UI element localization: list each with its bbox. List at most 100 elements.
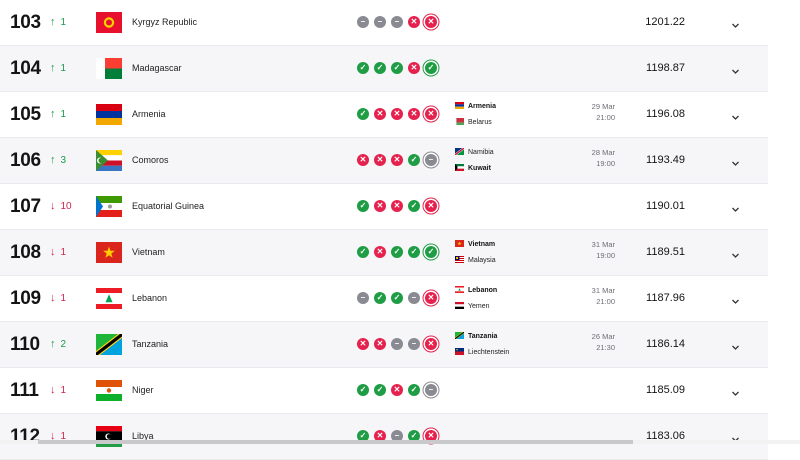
country-flag-icon — [96, 196, 122, 217]
rank-change: ↓ 1 — [50, 230, 66, 275]
rank-change-value: 1 — [60, 17, 67, 28]
table-row[interactable]: 103 ↑ 1 Kyrgyz Republic – – – ✕ ✕ 1201.22 — [0, 0, 768, 46]
match-team: Liechtenstein — [455, 346, 509, 360]
recent-form: – ✓ ✓ – ✕ — [357, 292, 442, 305]
country-flag-icon — [96, 334, 122, 355]
chevron-down-icon[interactable] — [731, 17, 740, 28]
team-flag-icon — [455, 301, 464, 309]
match-team: Malaysia — [455, 254, 496, 268]
country-name[interactable]: Madagascar — [132, 46, 182, 91]
loss-icon: ✕ — [357, 338, 369, 350]
chevron-down-icon[interactable] — [731, 155, 740, 166]
chevron-down-icon[interactable] — [731, 385, 740, 396]
team-flag-icon — [455, 147, 464, 155]
table-row[interactable]: 108 ↓ 1 Vietnam ✓ ✕ ✓ ✓ ✓ Vietnam Malaysia 31 Mar 19… — [0, 230, 768, 276]
upcoming-match[interactable]: Lebanon Yemen 31 Mar 21:00 — [455, 283, 615, 315]
draw-icon: – — [391, 338, 403, 350]
match-team-name: Vietnam — [468, 241, 496, 248]
arrow-down-icon: ↓ — [50, 200, 56, 212]
win-icon: ✓ — [391, 62, 403, 74]
rank-change: ↑ 1 — [50, 0, 66, 45]
rank-change-value: 10 — [60, 201, 72, 212]
recent-form: ✓ ✕ ✓ ✓ ✓ — [357, 246, 442, 259]
loss-icon: ✕ — [391, 154, 403, 166]
upcoming-match[interactable]: Namibia Kuwait 28 Mar 19:00 — [455, 145, 615, 177]
chevron-down-icon[interactable] — [731, 293, 740, 304]
scrollbar-thumb[interactable] — [38, 440, 633, 444]
country-name[interactable]: Kyrgyz Republic — [132, 0, 197, 45]
table-row[interactable]: 112 ↓ 1 Libya ✓ ✕ – ✓ ✕ 1183.06 — [0, 414, 768, 460]
ranking-points: 1187.96 — [646, 292, 685, 304]
chevron-down-icon[interactable] — [731, 247, 740, 258]
table-row[interactable]: 105 ↑ 1 Armenia ✓ ✕ ✕ ✕ ✕ Armenia Belarus 29 Mar 21:… — [0, 92, 768, 138]
match-team-name: Armenia — [468, 103, 497, 110]
loss-icon: ✕ — [391, 108, 403, 120]
match-team-name: Yemen — [468, 303, 490, 310]
upcoming-match[interactable]: Vietnam Malaysia 31 Mar 19:00 — [455, 237, 615, 269]
table-row[interactable]: 110 ↑ 2 Tanzania ✕ ✕ – – ✕ Tanzania Liechtenstein 2… — [0, 322, 768, 368]
draw-icon: – — [425, 154, 437, 166]
country-name[interactable]: Libya — [132, 414, 154, 459]
loss-icon: ✕ — [391, 200, 403, 212]
country-flag-icon — [96, 58, 122, 79]
chevron-down-icon[interactable] — [731, 339, 740, 350]
recent-form: ✓ ✓ ✓ ✕ ✓ — [357, 62, 442, 75]
rank-change: ↑ 2 — [50, 322, 66, 367]
country-flag-icon — [96, 380, 122, 401]
ranking-points: 1196.08 — [646, 108, 685, 120]
team-flag-icon — [455, 163, 464, 171]
arrow-up-icon: ↑ — [50, 16, 56, 28]
chevron-down-icon[interactable] — [731, 109, 740, 120]
rank-change: ↑ 3 — [50, 138, 66, 183]
chevron-down-icon[interactable] — [731, 63, 740, 74]
table-row[interactable]: 107 ↓ 10 Equatorial Guinea ✓ ✕ ✕ ✓ ✕ 1190.01 — [0, 184, 768, 230]
loss-icon: ✕ — [425, 338, 437, 350]
chevron-down-icon[interactable] — [731, 201, 740, 212]
win-icon: ✓ — [357, 62, 369, 74]
loss-icon: ✕ — [374, 154, 386, 166]
table-row[interactable]: 111 ↓ 1 Niger ✓ ✓ ✕ ✓ –1185.09 — [0, 368, 768, 414]
rank-change: ↓ 1 — [50, 368, 66, 413]
match-team: Vietnam — [455, 238, 495, 252]
win-icon: ✓ — [357, 384, 369, 396]
horizontal-scrollbar[interactable] — [0, 440, 800, 444]
win-icon: ✓ — [357, 108, 369, 120]
country-flag-icon — [96, 150, 122, 171]
loss-icon: ✕ — [408, 16, 420, 28]
rank-number: 106 — [10, 150, 41, 171]
table-row[interactable]: 106 ↑ 3 Comoros ✕ ✕ ✕ ✓ – Namibia Kuwait 28 Mar 19:0… — [0, 138, 768, 184]
win-icon: ✓ — [374, 384, 386, 396]
ranking-points: 1186.14 — [646, 338, 685, 350]
ranking-points: 1193.49 — [646, 154, 685, 166]
country-name[interactable]: Armenia — [132, 92, 166, 137]
table-row[interactable]: 104 ↑ 1 Madagascar ✓ ✓ ✓ ✕ ✓ 1198.87 — [0, 46, 768, 92]
country-flag-icon — [96, 12, 122, 33]
win-icon: ✓ — [374, 62, 386, 74]
win-icon: ✓ — [408, 200, 420, 212]
recent-form: ✕ ✕ ✕ ✓ – — [357, 154, 442, 167]
country-name[interactable]: Vietnam — [132, 230, 165, 275]
country-name[interactable]: Tanzania — [132, 322, 168, 367]
match-team-name: Belarus — [468, 119, 492, 126]
rank-change-value: 1 — [60, 63, 67, 74]
country-name[interactable]: Niger — [132, 368, 154, 413]
match-datetime: 31 Mar 19:00 — [592, 239, 615, 261]
win-icon: ✓ — [425, 62, 437, 74]
rank-number: 103 — [10, 12, 41, 33]
arrow-down-icon: ↓ — [50, 384, 56, 396]
win-icon: ✓ — [374, 292, 386, 304]
upcoming-match[interactable]: Tanzania Liechtenstein 26 Mar 21:30 — [455, 329, 615, 361]
draw-icon: – — [374, 16, 386, 28]
match-team-name: Kuwait — [468, 165, 491, 172]
arrow-down-icon: ↓ — [50, 246, 56, 258]
rank-change-value: 3 — [60, 155, 67, 166]
chevron-down-icon[interactable] — [731, 431, 740, 442]
table-row[interactable]: 109 ↓ 1 Lebanon – ✓ ✓ – ✕ Lebanon Yemen 31 Mar 21:00… — [0, 276, 768, 322]
recent-form: ✓ ✕ ✕ ✓ ✕ — [357, 200, 442, 213]
country-name[interactable]: Equatorial Guinea — [132, 184, 204, 229]
win-icon: ✓ — [357, 200, 369, 212]
country-name[interactable]: Lebanon — [132, 276, 167, 321]
country-name[interactable]: Comoros — [132, 138, 169, 183]
match-datetime: 26 Mar 21:30 — [592, 331, 615, 353]
upcoming-match[interactable]: Armenia Belarus 29 Mar 21:00 — [455, 99, 615, 131]
